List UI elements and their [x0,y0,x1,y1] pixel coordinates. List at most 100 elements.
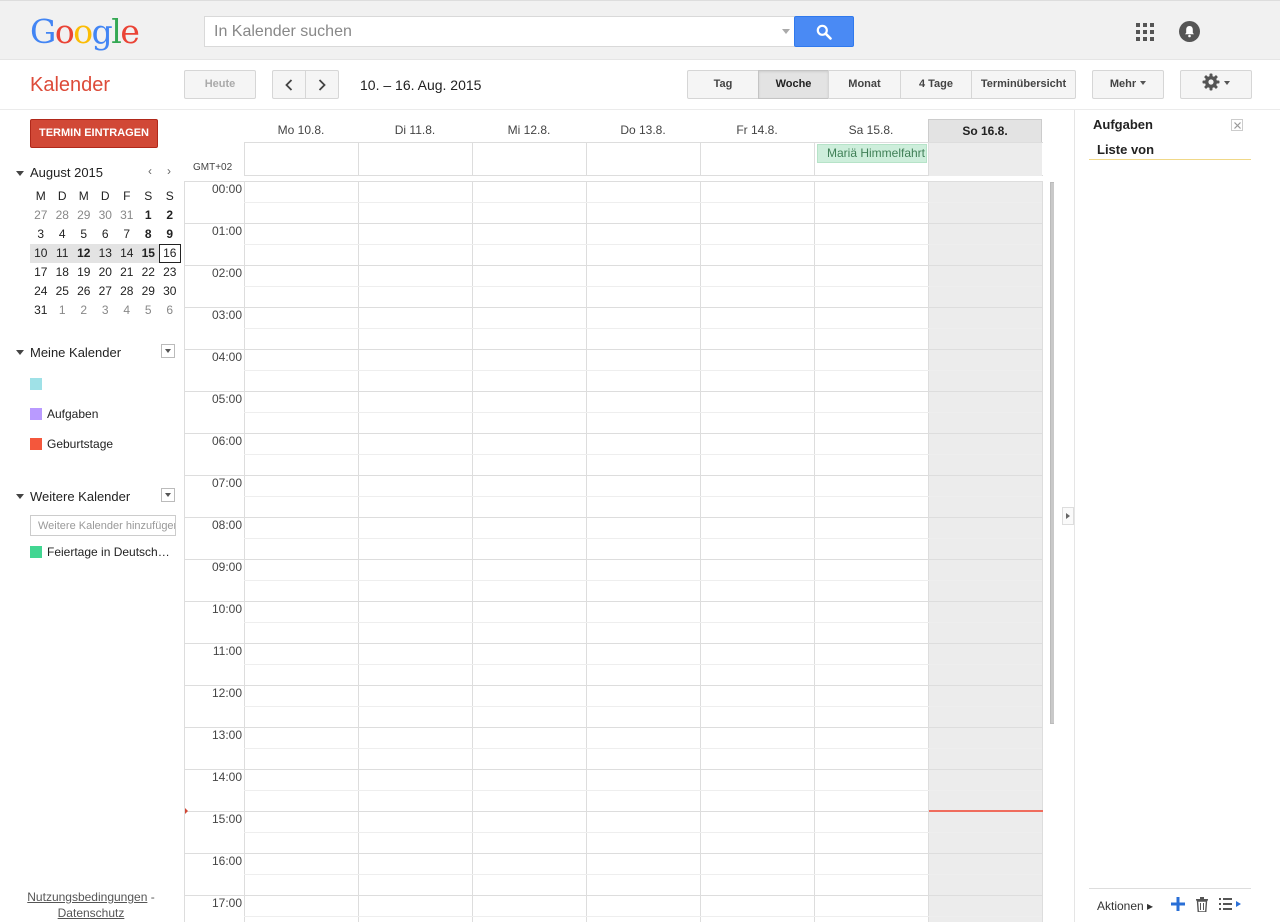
view-tab-4-days[interactable]: 4 Tage [900,70,972,99]
mini-calendar-day[interactable]: 1 [138,206,160,225]
mini-calendar-day[interactable]: 5 [138,301,160,320]
mini-calendar-day[interactable]: 3 [30,225,52,244]
mini-calendar-day[interactable]: 19 [73,263,95,282]
all-day-cell[interactable] [472,143,586,176]
mini-calendar-day[interactable]: 9 [159,225,181,244]
task-list-menu-icon[interactable] [1219,897,1243,911]
google-logo[interactable]: Google [30,12,140,52]
mini-calendar-day[interactable]: 27 [30,206,52,225]
other-calendars-menu-icon[interactable] [161,488,175,502]
tasks-actions-button[interactable]: Aktionen ▸ [1097,899,1153,913]
create-event-button[interactable]: TERMIN EINTRAGEN [30,119,158,148]
tasks-panel-toggle-icon[interactable] [1062,507,1074,525]
mini-calendar-day[interactable]: 24 [30,282,52,301]
my-calendars-label[interactable]: Meine Kalender [30,345,121,360]
mini-calendar-day[interactable]: 10 [30,244,52,263]
all-day-cell[interactable] [358,143,472,176]
mini-calendar-day[interactable]: 29 [73,206,95,225]
search-input[interactable] [205,17,765,46]
more-menu-button[interactable]: Mehr [1092,70,1164,99]
today-button[interactable]: Heute [184,70,256,99]
mini-calendar-day[interactable]: 26 [73,282,95,301]
mini-calendar-day[interactable]: 3 [95,301,117,320]
next-period-button[interactable] [305,70,339,99]
search-options-caret-icon[interactable] [782,29,790,34]
calendar-color-swatch[interactable] [30,378,42,390]
settings-button[interactable] [1180,70,1252,99]
mini-calendar-day[interactable]: 28 [52,206,74,225]
day-header[interactable]: Do 13.8. [586,119,700,142]
grid-scrollbar[interactable] [1050,182,1054,724]
apps-grid-icon[interactable] [1136,23,1154,41]
collapse-triangle-icon[interactable] [16,494,24,499]
mini-calendar-day[interactable]: 2 [159,206,181,225]
collapse-triangle-icon[interactable] [16,350,24,355]
day-header[interactable]: So 16.8. [928,119,1042,142]
calendar-item[interactable] [30,377,47,393]
mini-calendar-day[interactable]: 18 [52,263,74,282]
calendar-item[interactable]: Feiertage in Deutsch… [30,545,170,561]
mini-calendar-day[interactable]: 23 [159,263,181,282]
all-day-cell[interactable] [700,143,814,176]
mini-calendar-day[interactable]: 30 [159,282,181,301]
mini-calendar-day[interactable]: 11 [51,244,73,263]
calendar-item[interactable]: Aufgaben [30,407,98,423]
calendar-color-swatch[interactable] [30,546,42,558]
mini-calendar-day[interactable]: 31 [116,206,138,225]
add-calendar-input[interactable] [30,515,176,536]
all-day-cell[interactable] [586,143,700,176]
mini-calendar-day[interactable]: 5 [73,225,95,244]
mini-calendar-day[interactable]: 4 [116,301,138,320]
mini-calendar-day[interactable]: 1 [52,301,74,320]
calendar-color-swatch[interactable] [30,438,42,450]
mini-calendar-day[interactable]: 2 [73,301,95,320]
mini-calendar-day[interactable]: 29 [138,282,160,301]
mini-calendar-day[interactable]: 30 [95,206,117,225]
day-header[interactable]: Di 11.8. [358,119,472,142]
mini-calendar-day[interactable]: 21 [116,263,138,282]
add-task-icon[interactable] [1171,897,1185,911]
day-header[interactable]: Mo 10.8. [244,119,358,142]
view-tab-month[interactable]: Monat [828,70,901,99]
calendar-item[interactable]: Geburtstage [30,437,113,453]
mini-calendar-next-icon[interactable]: › [167,164,171,178]
day-header[interactable]: Mi 12.8. [472,119,586,142]
mini-calendar-day[interactable]: 28 [116,282,138,301]
mini-calendar-day[interactable]: 20 [95,263,117,282]
terms-link[interactable]: Nutzungsbedingungen [27,890,147,904]
all-day-cell[interactable] [244,143,358,176]
time-grid[interactable]: 00:00 01:00 02:00 03:00 04:00 05:00 06:00 07:00… [184,181,1054,922]
collapse-triangle-icon[interactable] [16,171,24,176]
mini-calendar-day[interactable]: 15 [137,244,159,263]
search-button[interactable] [794,16,854,47]
mini-calendar-day[interactable]: 4 [52,225,74,244]
mini-calendar-day[interactable]: 25 [52,282,74,301]
mini-calendar-title[interactable]: August 2015 [30,165,103,180]
mini-calendar-day[interactable]: 16 [159,244,181,263]
mini-calendar-day[interactable]: 31 [30,301,52,320]
all-day-cell[interactable] [928,143,1042,176]
task-list-name[interactable]: Liste von [1097,142,1154,157]
previous-period-button[interactable] [272,70,306,99]
mini-calendar-prev-icon[interactable]: ‹ [148,164,152,178]
view-tab-agenda[interactable]: Terminübersicht [971,70,1076,99]
mini-calendar-day[interactable]: 7 [116,225,138,244]
calendar-color-swatch[interactable] [30,408,42,420]
other-calendars-label[interactable]: Weitere Kalender [30,489,130,504]
mini-calendar-day[interactable]: 27 [95,282,117,301]
trash-icon[interactable] [1195,897,1209,912]
day-header[interactable]: Fr 14.8. [700,119,814,142]
view-tab-day[interactable]: Tag [687,70,759,99]
close-icon[interactable] [1231,119,1243,131]
mini-calendar-day[interactable]: 13 [94,244,116,263]
notification-bell-icon[interactable] [1179,21,1200,42]
view-tab-week[interactable]: Woche [758,70,829,99]
day-header[interactable]: Sa 15.8. [814,119,928,142]
mini-calendar-day[interactable]: 6 [95,225,117,244]
mini-calendar-day[interactable]: 14 [116,244,138,263]
mini-calendar-day[interactable]: 22 [138,263,160,282]
privacy-link[interactable]: Datenschutz [58,906,125,920]
all-day-event[interactable]: Mariä Himmelfahrt [817,144,927,163]
mini-calendar-day[interactable]: 6 [159,301,181,320]
my-calendars-menu-icon[interactable] [161,344,175,358]
